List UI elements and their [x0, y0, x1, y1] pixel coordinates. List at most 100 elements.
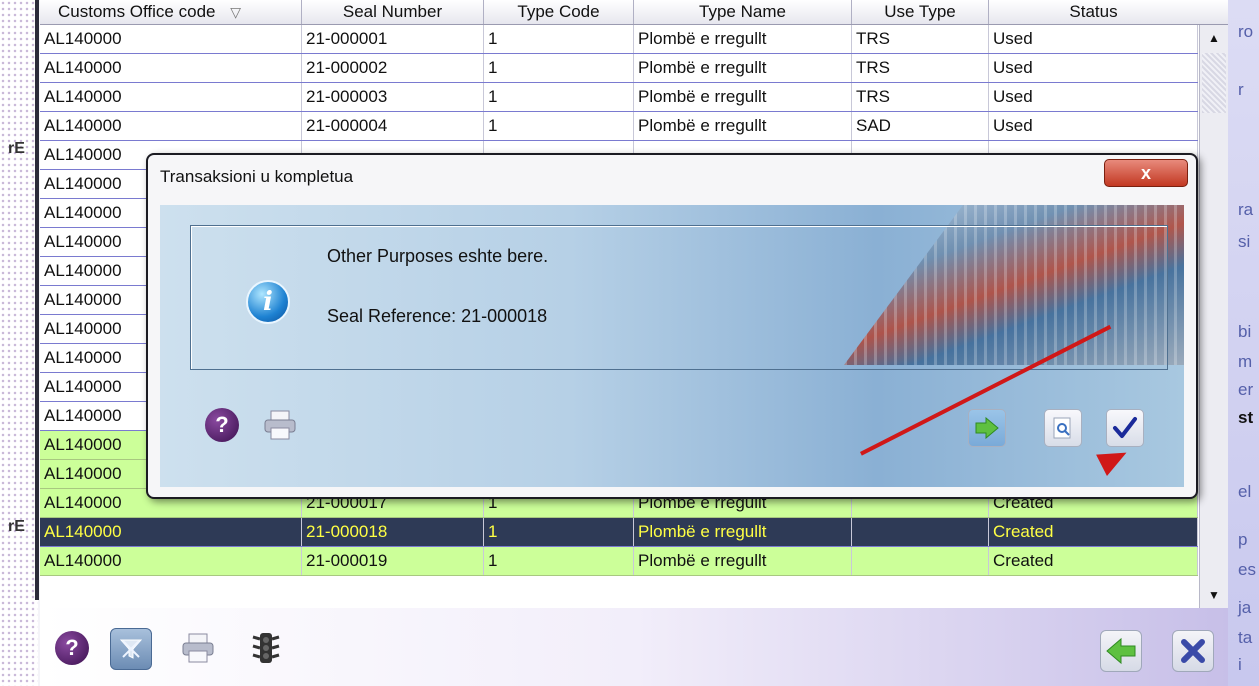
close-icon: x: [1140, 162, 1151, 183]
dialog-help-button[interactable]: ?: [202, 405, 242, 445]
back-button[interactable]: [1100, 630, 1142, 672]
dialog-next-button[interactable]: [968, 409, 1006, 447]
print-button[interactable]: [178, 628, 218, 668]
close-button[interactable]: [1172, 630, 1214, 672]
table-cell-use: TRS: [852, 25, 989, 53]
left-decorative-strip: rE rE: [0, 0, 38, 686]
filter-clear-icon: [119, 639, 143, 659]
column-header-use-type[interactable]: Use Type: [852, 0, 989, 24]
info-icon: i: [246, 280, 290, 324]
right-clipped-text: i: [1238, 655, 1242, 674]
table-cell-name: Plombë e rregullt: [634, 83, 852, 111]
table-cell-use: [852, 547, 989, 575]
table-cell-office: AL140000: [40, 518, 302, 546]
right-clipped-text: p: [1238, 530, 1248, 549]
traffic-light-icon: [252, 633, 280, 663]
bottom-toolbar: ?: [40, 608, 1228, 686]
dialog-close-button[interactable]: x: [1104, 159, 1188, 187]
arrow-left-icon: [1106, 637, 1136, 665]
table-cell-status: Created: [989, 547, 1198, 575]
left-border: [35, 0, 39, 600]
table-row[interactable]: AL140000 21-000001 1 Plombë e rregullt TRS Us…: [40, 25, 1198, 54]
right-clipped-text: ta: [1238, 628, 1253, 647]
column-header-type-name[interactable]: Type Name: [634, 0, 852, 24]
table-cell-use: SAD: [852, 112, 989, 140]
table-cell-code: 1: [484, 518, 634, 546]
left-clipped-text: rE: [8, 518, 25, 535]
right-clipped-text: er: [1238, 380, 1254, 399]
traffic-light-button[interactable]: [246, 628, 286, 668]
table-cell-status: Used: [989, 54, 1198, 82]
column-header-seal[interactable]: Seal Number: [302, 0, 484, 24]
table-cell-use: TRS: [852, 83, 989, 111]
right-clipped-text: si: [1238, 232, 1251, 251]
table-cell-code: 1: [484, 112, 634, 140]
table-row[interactable]: AL140000 21-000018 1 Plombë e rregullt Creat…: [40, 518, 1198, 547]
table-cell-name: Plombë e rregullt: [634, 518, 852, 546]
dialog-print-button[interactable]: [260, 405, 300, 445]
table-row[interactable]: AL140000 21-000002 1 Plombë e rregullt TRS Us…: [40, 54, 1198, 83]
right-clipped-text: bi: [1238, 322, 1252, 341]
table-row[interactable]: AL140000 21-000003 1 Plombë e rregullt TRS Us…: [40, 83, 1198, 112]
column-header-status[interactable]: Status: [989, 0, 1198, 24]
vertical-scrollbar[interactable]: ▲ ▼: [1199, 25, 1228, 608]
table-cell-name: Plombë e rregullt: [634, 112, 852, 140]
clear-filter-button[interactable]: [110, 628, 152, 670]
table-cell-seal: 21-000018: [302, 518, 484, 546]
right-side-panel: [1228, 0, 1259, 686]
table-cell-office: AL140000: [40, 54, 302, 82]
table-cell-name: Plombë e rregullt: [634, 54, 852, 82]
table-cell-use: TRS: [852, 54, 989, 82]
table-cell-seal: 21-000001: [302, 25, 484, 53]
table-row[interactable]: AL140000 21-000019 1 Plombë e rregullt Creat…: [40, 547, 1198, 576]
right-clipped-text: el: [1238, 482, 1252, 501]
checkmark-icon: [1113, 417, 1137, 438]
printer-icon: [182, 633, 214, 663]
table-cell-status: Used: [989, 112, 1198, 140]
magnifier-icon: [1053, 417, 1071, 439]
table-cell-code: 1: [484, 54, 634, 82]
column-header-office[interactable]: Customs Office code ▽: [40, 0, 302, 24]
dialog-title: Transaksioni u kompletua: [160, 167, 354, 186]
arrow-right-icon: [975, 417, 999, 439]
column-header-type-code[interactable]: Type Code: [484, 0, 634, 24]
dialog-preview-button[interactable]: [1044, 409, 1082, 447]
table-cell-status: Created: [989, 518, 1198, 546]
table-cell-code: 1: [484, 25, 634, 53]
dialog-confirm-button[interactable]: [1106, 409, 1144, 447]
scroll-up-icon[interactable]: ▲: [1202, 27, 1226, 49]
scroll-down-icon[interactable]: ▼: [1202, 584, 1226, 606]
help-icon: ?: [55, 631, 89, 665]
right-clipped-text: st: [1238, 408, 1254, 427]
table-cell-name: Plombë e rregullt: [634, 547, 852, 575]
table-cell-office: AL140000: [40, 83, 302, 111]
table-cell-code: 1: [484, 83, 634, 111]
seal-reference-text: Seal Reference: 21-000018: [327, 306, 548, 326]
table-cell-name: Plombë e rregullt: [634, 25, 852, 53]
left-clipped-text: rE: [8, 140, 25, 157]
right-clipped-text: m: [1238, 352, 1253, 371]
table-cell-seal: 21-000003: [302, 83, 484, 111]
table-cell-office: AL140000: [40, 547, 302, 575]
table-cell-status: Used: [989, 25, 1198, 53]
table-cell-seal: 21-000004: [302, 112, 484, 140]
table-cell-office: AL140000: [40, 112, 302, 140]
column-header-label: Customs Office code: [58, 2, 216, 21]
table-cell-office: AL140000: [40, 25, 302, 53]
sort-icon: ▽: [230, 4, 241, 20]
right-clipped-text: ra: [1238, 200, 1254, 219]
grid-header: Customs Office code ▽ Seal Number Type C…: [40, 0, 1228, 25]
table-cell-seal: 21-000002: [302, 54, 484, 82]
message-line: Other Purposes eshte bere.: [327, 246, 549, 266]
printer-icon: [264, 410, 296, 440]
help-icon: ?: [205, 408, 239, 442]
right-clipped-text: r: [1238, 80, 1244, 99]
transaction-complete-dialog: Transaksioni u kompletua x i Other Purpo…: [146, 153, 1198, 499]
help-button[interactable]: ?: [52, 628, 92, 668]
scroll-thumb[interactable]: [1202, 53, 1226, 113]
table-row[interactable]: AL140000 21-000004 1 Plombë e rregullt SAD Us…: [40, 112, 1198, 141]
right-clipped-text: es: [1238, 560, 1256, 579]
table-cell-code: 1: [484, 547, 634, 575]
close-icon: [1181, 639, 1205, 663]
table-cell-use: [852, 518, 989, 546]
